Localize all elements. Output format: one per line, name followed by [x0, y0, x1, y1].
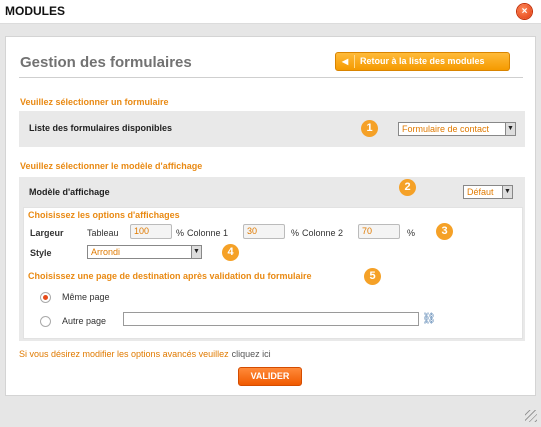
display-section-label: Veuillez sélectionner le modèle d'affich… [20, 161, 203, 171]
submit-button[interactable]: VALIDER [238, 367, 302, 386]
form-list-label: Liste des formulaires disponibles [29, 123, 173, 133]
display-model-label: Modèle d'affichage [29, 187, 110, 197]
form-select[interactable]: Formulaire de contact ▼ [398, 122, 516, 136]
style-label: Style [30, 248, 52, 258]
back-to-modules-button[interactable]: ◀ Retour à la liste des modules [335, 52, 510, 71]
chevron-down-icon: ▼ [502, 186, 512, 198]
display-model-value: Défaut [467, 187, 494, 197]
column2-width-input[interactable]: 70 [358, 224, 400, 239]
same-page-radio[interactable] [40, 292, 51, 303]
advanced-options-note: Si vous désirez modifier les options ava… [19, 349, 271, 359]
back-button-label: Retour à la liste des modules [360, 56, 485, 66]
table-width-input[interactable]: 100 [130, 224, 172, 239]
chevron-down-icon: ▼ [505, 123, 515, 135]
same-page-label: Même page [62, 292, 110, 302]
form-select-value: Formulaire de contact [402, 124, 490, 134]
divider [19, 77, 523, 78]
other-page-radio[interactable] [40, 316, 51, 327]
column1-width-input[interactable]: 30 [243, 224, 285, 239]
percent-sign: % [291, 228, 300, 238]
display-model-select[interactable]: Défaut ▼ [463, 185, 513, 199]
window-titlebar: MODULES × [0, 0, 541, 24]
window-title: MODULES [5, 4, 65, 18]
step-badge-1: 1 [361, 120, 378, 137]
link-icon[interactable]: ⛓ [422, 313, 436, 325]
percent-sign: % [176, 228, 185, 238]
step-badge-3: 3 [436, 223, 453, 240]
close-icon[interactable]: × [517, 4, 532, 19]
page-title: Gestion des formulaires [20, 54, 192, 71]
arrow-left-icon: ◀ [342, 55, 355, 68]
resize-handle[interactable] [525, 410, 537, 422]
destination-title: Choisissez une page de destination après… [28, 271, 312, 281]
form-section-label: Veuillez sélectionner un formulaire [20, 97, 169, 107]
chevron-down-icon: ▼ [191, 246, 201, 258]
step-badge-4: 4 [222, 244, 239, 261]
width-label: Largeur [30, 228, 64, 238]
advanced-options-link[interactable]: cliquez ici [232, 349, 271, 359]
other-page-url-input[interactable] [123, 312, 419, 326]
style-select-value: Arrondi [91, 247, 121, 257]
style-select[interactable]: Arrondi ▼ [87, 245, 202, 259]
module-panel: Gestion des formulaires ◀ Retour à la li… [5, 36, 536, 396]
step-badge-5: 5 [364, 268, 381, 285]
percent-sign: % [407, 228, 416, 238]
column1-width-label: Colonne 1 [187, 228, 229, 238]
options-title: Choisissez les options d'affichages [28, 210, 180, 220]
column2-width-label: Colonne 2 [302, 228, 344, 238]
step-badge-2: 2 [399, 179, 416, 196]
display-options-area: Choisissez les options d'affichages Larg… [23, 207, 523, 339]
table-width-label: Tableau [87, 228, 119, 238]
advanced-options-text: Si vous désirez modifier les options ava… [19, 349, 229, 359]
other-page-label: Autre page [62, 316, 107, 326]
form-select-box: Liste des formulaires disponibles 1 Form… [19, 111, 525, 147]
